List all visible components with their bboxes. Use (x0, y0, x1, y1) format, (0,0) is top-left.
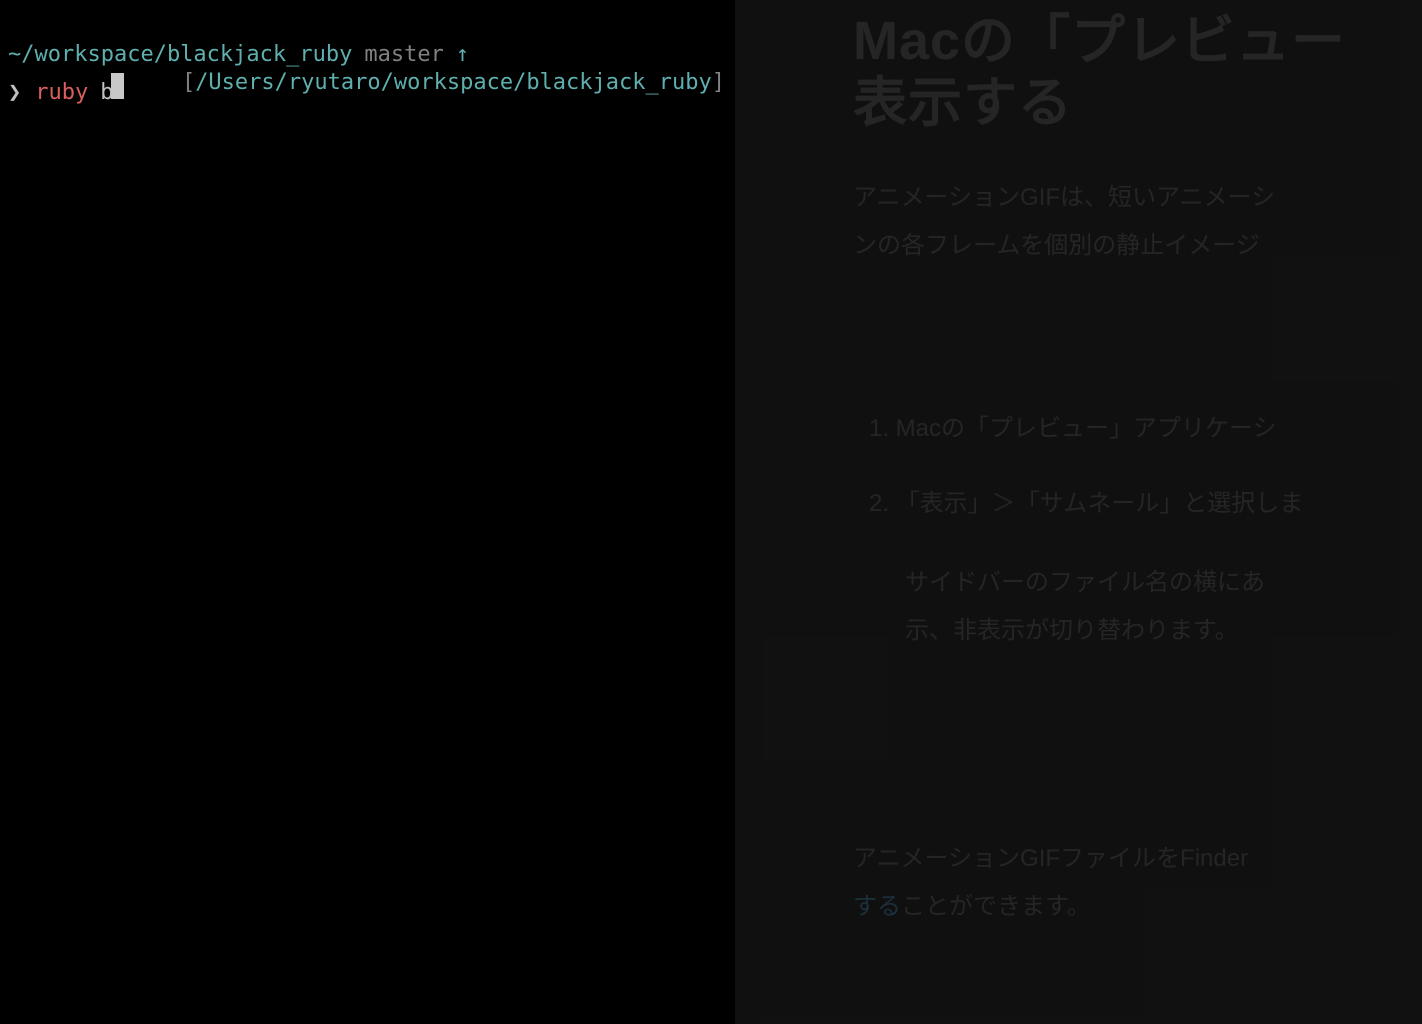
bg-sub-line1: サイドバーのファイル名の横にあ (905, 569, 1265, 596)
git-branch: master (364, 40, 443, 71)
bg-para-line1: アニメーションGIFは、短いアニメーシ (853, 184, 1275, 211)
git-ahead-indicator: ↑ (456, 40, 469, 71)
bg-footer-line2b: ことができます。 (901, 893, 1091, 920)
background-footer: アニメーションGIFファイルをFinder することができます。 (853, 835, 1422, 931)
command-name: ruby (35, 78, 88, 109)
bg-list-sub: サイドバーのファイル名の横にあ 示、非表示が切り替わります。 (869, 559, 1422, 655)
prompt-path: ~/workspace/blackjack_ruby (8, 40, 352, 71)
bg-heading-line2: 表示する (853, 73, 1073, 133)
terminal-cursor (111, 73, 124, 99)
rprompt-open-bracket: [ (182, 70, 195, 95)
prompt-symbol: ❯ (8, 78, 21, 109)
bg-footer-link: する (853, 893, 901, 920)
right-prompt: [/Users/ryutaro/workspace/blackjack_ruby… (182, 70, 725, 95)
background-list: 1. Macの「プレビュー」アプリケーシ 2. 「表示」＞「サムネール」と選択し… (853, 410, 1422, 655)
bg-sub-line2: 示、非表示が切り替わります。 (905, 617, 1239, 644)
bg-heading-line1: Macの「プレビュー (853, 11, 1346, 71)
bg-list-item-2: 2. 「表示」＞「サムネール」と選択しま (869, 485, 1422, 523)
background-heading: Macの「プレビュー 表示する (853, 10, 1422, 134)
prompt-line: ~/workspace/blackjack_ruby master ↑ (8, 40, 727, 71)
bg-list-item-1: 1. Macの「プレビュー」アプリケーシ (869, 410, 1422, 448)
terminal-pane[interactable]: ~/workspace/blackjack_ruby master ↑ ❯ ru… (0, 0, 735, 1024)
rprompt-close-bracket: ] (712, 70, 725, 95)
background-paragraph: アニメーションGIFは、短いアニメーシ ンの各フレームを個別の静止イメージ (853, 174, 1422, 270)
bg-para-line2: ンの各フレームを個別の静止イメージ (853, 232, 1260, 259)
rprompt-path: /Users/ryutaro/workspace/blackjack_ruby (195, 70, 712, 95)
bg-footer-line1: アニメーションGIFファイルをFinder (853, 845, 1248, 872)
background-document-window: Macの「プレビュー 表示する アニメーションGIFは、短いアニメーシ ンの各フ… (735, 0, 1422, 1024)
